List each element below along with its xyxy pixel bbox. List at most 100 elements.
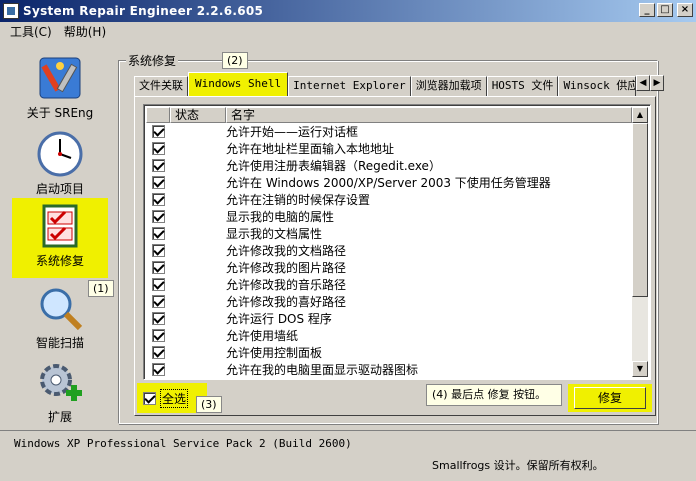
row-checkbox[interactable] bbox=[151, 346, 165, 359]
scroll-thumb[interactable] bbox=[632, 123, 648, 297]
list-item[interactable]: 允许运行 DOS 程序 bbox=[146, 310, 632, 327]
list-item[interactable]: 允许在地址栏里面输入本地地址 bbox=[146, 140, 632, 157]
row-name: 允许在 Windows 2000/XP/Server 2003 下使用任务管理器 bbox=[226, 176, 551, 190]
row-name: 显示我的文档属性 bbox=[226, 227, 323, 241]
row-checkbox[interactable] bbox=[151, 227, 165, 240]
status-bar: Windows XP Professional Service Pack 2 (… bbox=[0, 430, 696, 481]
sidebar-item-startup[interactable]: 启动项目 bbox=[12, 126, 108, 204]
column-name[interactable]: 名字 bbox=[226, 107, 632, 123]
row-checkbox[interactable] bbox=[151, 278, 165, 291]
row-checkbox[interactable] bbox=[151, 261, 165, 274]
sidebar-item-about[interactable]: 关于 SREng bbox=[12, 50, 108, 128]
row-name: 允许在地址栏里面输入本地地址 bbox=[226, 142, 395, 156]
list-item[interactable]: 允许修改我的文档路径 bbox=[146, 242, 632, 259]
gear-plus-icon bbox=[36, 358, 84, 406]
row-checkbox[interactable] bbox=[151, 244, 165, 257]
magnifier-icon bbox=[36, 284, 84, 332]
menu-bar: 工具(C) 帮助(H) bbox=[0, 22, 696, 40]
tab-browser-addons[interactable]: 浏览器加载项 bbox=[410, 76, 487, 96]
list-item[interactable]: 允许使用注册表编辑器（Regedit.exe） bbox=[146, 157, 632, 174]
copyright-text: Smallfrogs 设计。保留所有权利。 bbox=[432, 459, 604, 472]
row-check-cell bbox=[146, 329, 170, 342]
tab-internet-explorer[interactable]: Internet Explorer bbox=[288, 76, 411, 96]
row-check-cell bbox=[146, 159, 170, 172]
list-item[interactable]: 允许在我的电脑里面显示驱动器图标 bbox=[146, 361, 632, 377]
menu-help[interactable]: 帮助(H) bbox=[58, 23, 112, 40]
group-title: 系统修复 bbox=[126, 52, 179, 69]
sidebar-item-extend[interactable]: 扩展 bbox=[12, 354, 108, 432]
app-icon bbox=[3, 3, 19, 19]
list-item[interactable]: 允许修改我的图片路径 bbox=[146, 259, 632, 276]
sidebar-item-label: 扩展 bbox=[47, 410, 72, 424]
row-name: 允许使用墙纸 bbox=[226, 329, 299, 343]
list-header: 状态 名字 bbox=[146, 107, 632, 123]
row-checkbox[interactable] bbox=[151, 363, 165, 376]
tab-scroll: ◀ ▶ bbox=[636, 75, 664, 91]
list-item[interactable]: 允许修改我的喜好路径 bbox=[146, 293, 632, 310]
tab-winsock[interactable]: Winsock 供应 bbox=[558, 76, 637, 96]
scroll-down-icon[interactable]: ▼ bbox=[632, 361, 648, 377]
row-checkbox[interactable] bbox=[151, 210, 165, 223]
list-item[interactable]: 允许在 Windows 2000/XP/Server 2003 下使用任务管理器 bbox=[146, 174, 632, 191]
row-check-cell bbox=[146, 125, 170, 138]
row-name: 允许修改我的文档路径 bbox=[226, 244, 347, 258]
tab-file-association[interactable]: 文件关联 bbox=[134, 76, 188, 96]
repair-item-list[interactable]: 状态 名字 允许开始——运行对话框允许在地址栏里面输入本地地址允许使用注册表编辑… bbox=[143, 104, 651, 380]
column-status[interactable]: 状态 bbox=[170, 107, 226, 123]
row-checkbox[interactable] bbox=[151, 312, 165, 325]
row-check-cell bbox=[146, 363, 170, 376]
minimize-button[interactable]: _ bbox=[639, 3, 655, 17]
list-item[interactable]: 允许使用控制面板 bbox=[146, 344, 632, 361]
sidebar-item-label: 系统修复 bbox=[35, 254, 84, 268]
row-name: 允许使用控制面板 bbox=[226, 346, 323, 360]
row-name: 允许使用注册表编辑器（Regedit.exe） bbox=[226, 159, 441, 173]
os-version-text: Windows XP Professional Service Pack 2 (… bbox=[14, 437, 352, 450]
list-item[interactable]: 允许使用墙纸 bbox=[146, 327, 632, 344]
row-name: 允许修改我的图片路径 bbox=[226, 261, 347, 275]
row-name: 允许运行 DOS 程序 bbox=[226, 312, 332, 326]
tab-scroll-left-icon[interactable]: ◀ bbox=[636, 75, 650, 91]
sidebar-item-system-repair[interactable]: 系统修复 bbox=[12, 198, 108, 278]
repair-button[interactable]: 修复 bbox=[574, 387, 646, 409]
row-check-cell bbox=[146, 295, 170, 308]
menu-tools[interactable]: 工具(C) bbox=[4, 23, 58, 40]
list-item[interactable]: 显示我的文档属性 bbox=[146, 225, 632, 242]
close-button[interactable]: × bbox=[677, 3, 693, 17]
window-controls: _ □ × bbox=[639, 3, 693, 17]
row-checkbox[interactable] bbox=[151, 295, 165, 308]
row-name: 显示我的电脑的属性 bbox=[226, 210, 335, 224]
sidebar: 关于 SREng 启动项目 系统修复 智能扫描 扩展 bbox=[6, 46, 112, 426]
scroll-up-icon[interactable]: ▲ bbox=[632, 107, 648, 123]
select-all-check-icon[interactable] bbox=[143, 391, 156, 405]
row-checkbox[interactable] bbox=[151, 125, 165, 138]
maximize-button[interactable]: □ bbox=[657, 3, 673, 17]
list-item[interactable]: 允许开始——运行对话框 bbox=[146, 123, 632, 140]
list-item[interactable]: 允许修改我的音乐路径 bbox=[146, 276, 632, 293]
list-item[interactable]: 允许在注销的时候保存设置 bbox=[146, 191, 632, 208]
row-name: 允许修改我的音乐路径 bbox=[226, 278, 347, 292]
row-check-cell bbox=[146, 176, 170, 189]
row-check-cell bbox=[146, 227, 170, 240]
sidebar-item-label: 关于 SREng bbox=[26, 106, 94, 120]
tab-scroll-right-icon[interactable]: ▶ bbox=[650, 75, 664, 91]
annotation-2: (2) bbox=[222, 52, 248, 69]
annotation-4: (4) 最后点 修复 按钮。 bbox=[426, 384, 562, 406]
row-checkbox[interactable] bbox=[151, 329, 165, 342]
row-checkbox[interactable] bbox=[151, 176, 165, 189]
row-check-cell bbox=[146, 312, 170, 325]
tab-strip: 文件关联 Windows Shell Internet Explorer 浏览器… bbox=[134, 72, 637, 96]
row-checkbox[interactable] bbox=[151, 193, 165, 206]
select-all-label: 全选 bbox=[160, 388, 189, 408]
list-item[interactable]: 显示我的电脑的属性 bbox=[146, 208, 632, 225]
tools-icon bbox=[36, 54, 84, 102]
row-checkbox[interactable] bbox=[151, 142, 165, 155]
tab-windows-shell[interactable]: Windows Shell bbox=[188, 72, 289, 96]
vertical-scrollbar[interactable]: ▲ ▼ bbox=[632, 107, 648, 377]
column-check[interactable] bbox=[146, 107, 170, 123]
row-check-cell bbox=[146, 142, 170, 155]
tab-hosts-file[interactable]: HOSTS 文件 bbox=[486, 76, 559, 96]
row-check-cell bbox=[146, 210, 170, 223]
sidebar-item-label: 启动项目 bbox=[35, 182, 84, 196]
row-checkbox[interactable] bbox=[151, 159, 165, 172]
list-body: 允许开始——运行对话框允许在地址栏里面输入本地地址允许使用注册表编辑器（Rege… bbox=[146, 123, 632, 377]
